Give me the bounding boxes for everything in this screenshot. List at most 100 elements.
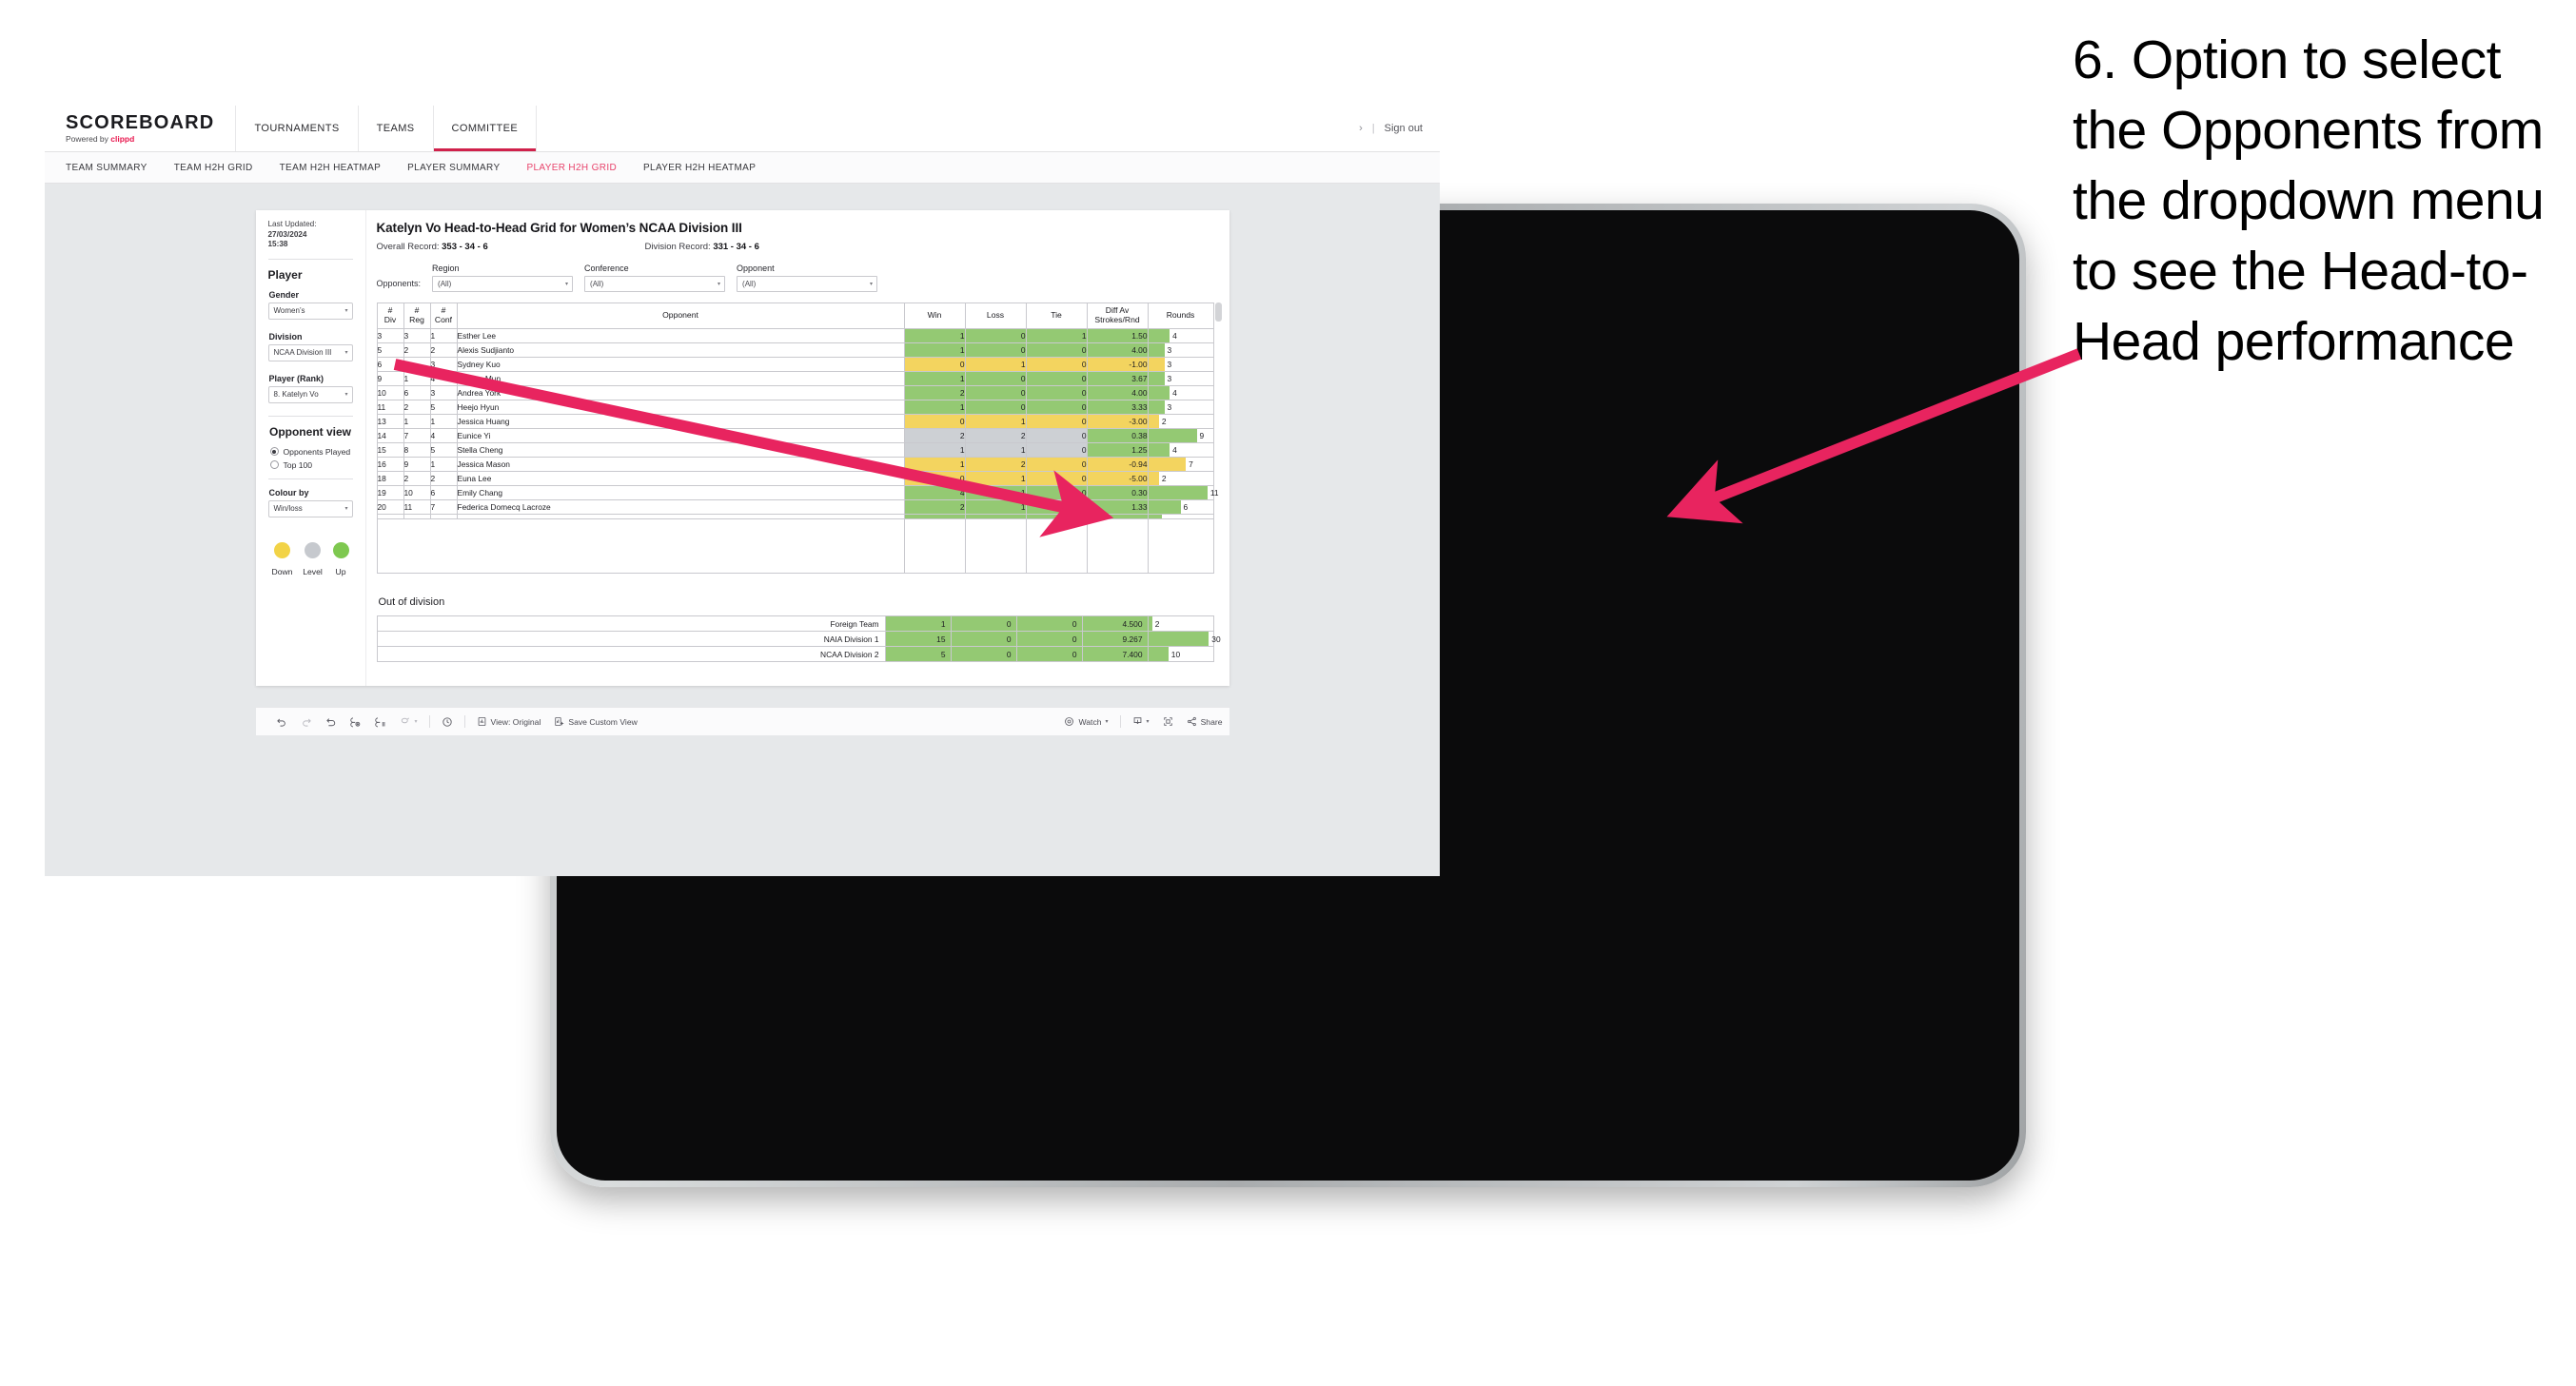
pause-data-updates-button[interactable] <box>368 716 393 728</box>
history-button[interactable] <box>435 716 460 728</box>
nav-item-teams[interactable]: TEAMS <box>359 106 434 151</box>
highlight-button[interactable]: ▾ <box>393 716 424 728</box>
bottom-toolbar: ▾ View: Original Save Custom View Watch … <box>255 707 1229 735</box>
cell-loss: 1 <box>964 485 1027 500</box>
cell-opponent: Alexis Sudjianto <box>456 342 905 358</box>
conference-value: (All) <box>590 280 604 288</box>
nav-item-tournaments[interactable]: TOURNAMENTS <box>236 106 359 151</box>
cell-opponent: Jessica Mason <box>456 457 905 472</box>
chevron-right-icon[interactable]: › <box>1359 123 1363 134</box>
sign-out-link[interactable]: Sign out <box>1385 123 1423 134</box>
undo-button[interactable] <box>269 716 294 728</box>
rounds-bar <box>1148 647 1169 661</box>
cell-tie: 0 <box>1025 342 1088 358</box>
table-row[interactable]: 5 2 2 Alexis Sudjianto 1 0 0 4.00 3 <box>376 342 1214 358</box>
chevron-down-icon: ▾ <box>414 719 418 725</box>
colour-by-select[interactable]: Win/loss ▾ <box>267 499 353 517</box>
cell-conf: 4 <box>429 371 458 386</box>
table-row[interactable]: NAIA Division 1 15 0 0 9.267 30 <box>376 631 1221 647</box>
table-row[interactable]: 19 10 6 Emily Chang 4 1 0 0.30 11 <box>376 485 1219 500</box>
cell-tie: 0 <box>1025 457 1088 472</box>
conference-select[interactable]: (All) ▾ <box>584 276 726 292</box>
cell-conf: 6 <box>429 485 458 500</box>
table-row[interactable]: 15 8 5 Stella Cheng 1 1 0 1.25 4 <box>376 442 1214 458</box>
last-updated: Last Updated: 27/03/2024 15:38 <box>268 220 353 250</box>
tab-team-h2h-grid[interactable]: TEAM H2H GRID <box>174 163 253 173</box>
cell-div: 13 <box>376 414 404 429</box>
fullscreen-button[interactable] <box>1156 716 1180 727</box>
brand-logo[interactable]: SCOREBOARD Powered by clippd <box>45 106 237 151</box>
table-row[interactable]: 20 11 7 Federica Domecq Lacroze 2 1 0 1.33 6 <box>376 499 1214 515</box>
cell-diff: 3.33 <box>1086 400 1149 415</box>
rounds-bar <box>1148 386 1170 400</box>
tab-player-summary[interactable]: PLAYER SUMMARY <box>407 163 500 173</box>
tab-player-h2h-heatmap[interactable]: PLAYER H2H HEATMAP <box>643 163 756 173</box>
table-row[interactable]: 13 1 1 Jessica Huang 0 1 0 -3.00 2 <box>376 414 1214 429</box>
cell-div: 3 <box>376 328 404 343</box>
gender-label: Gender <box>268 289 300 300</box>
revert-button[interactable] <box>319 716 344 728</box>
cell-reg: 2 <box>403 342 431 358</box>
gender-select[interactable]: Women’s ▾ <box>267 302 353 320</box>
table-row[interactable]: 6 1 3 Sydney Kuo 0 1 0 -1.00 3 <box>376 357 1214 372</box>
player-rank-select[interactable]: 8. Katelyn Vo ▾ <box>267 385 353 403</box>
refresh-data-source-button[interactable] <box>344 716 368 728</box>
table-row[interactable]: 9 1 4 Sharon Mun 1 0 0 3.67 3 <box>376 371 1214 386</box>
cell-win: 2 <box>903 385 966 400</box>
tab-team-summary[interactable]: TEAM SUMMARY <box>66 163 147 173</box>
col-header-diff-l1: Diff Av <box>1105 305 1130 316</box>
table-row[interactable]: 3 3 1 Esther Lee 1 0 1 1.50 4 <box>376 328 1214 343</box>
cell-rounds: 3 <box>1147 342 1214 358</box>
cell-div: 16 <box>376 457 404 472</box>
cell-reg: 9 <box>403 457 431 472</box>
col-header-div: # Div <box>376 303 404 329</box>
app-viewport: SCOREBOARD Powered by clippd TOURNAMENTS… <box>45 106 1440 876</box>
table-row[interactable]: NCAA Division 2 5 0 0 7.400 10 <box>376 646 1214 662</box>
table-row[interactable]: 16 9 1 Jessica Mason 1 2 0 -0.94 7 <box>376 457 1214 472</box>
division-record-value: 331 - 34 - 6 <box>713 242 759 252</box>
cell-diff: 7.400 <box>1081 646 1149 662</box>
cell-conf: 7 <box>429 499 458 515</box>
rounds-bar <box>1148 443 1170 457</box>
share-button[interactable]: Share <box>1180 716 1229 727</box>
grid-scrollbar-thumb[interactable] <box>1214 303 1222 322</box>
colour-by-value: Win/loss <box>273 504 303 513</box>
view-original-button[interactable]: View: Original <box>470 716 548 727</box>
cell-rounds: 3 <box>1147 357 1214 372</box>
filter-sidebar: Last Updated: 27/03/2024 15:38 Player Ge… <box>256 210 365 686</box>
grid-scrollbar[interactable] <box>1214 303 1222 574</box>
cell-reg: 6 <box>403 385 431 400</box>
rounds-value: 10 <box>1170 649 1181 659</box>
watch-button[interactable]: Watch ▾ <box>1057 716 1114 727</box>
cell-loss: 2 <box>964 457 1027 472</box>
rounds-bar <box>1148 429 1197 442</box>
table-row[interactable]: Foreign Team 1 0 0 4.500 2 <box>376 615 1214 632</box>
table-row[interactable]: 10 6 3 Andrea York 2 0 0 4.00 4 <box>376 385 1214 400</box>
tab-player-h2h-grid[interactable]: PLAYER H2H GRID <box>526 163 617 173</box>
nav-divider: | <box>1371 123 1375 134</box>
table-row[interactable]: 18 2 2 Euna Lee 0 1 0 -5.00 2 <box>376 471 1214 486</box>
nav-right-group: › | Sign out <box>1359 106 1440 151</box>
table-row[interactable]: 14 7 4 Eunice Yi 2 2 0 0.38 9 <box>376 428 1214 443</box>
tab-team-h2h-heatmap[interactable]: TEAM H2H HEATMAP <box>280 163 382 173</box>
cell-tie: 0 <box>1025 428 1088 443</box>
radio-top-100[interactable]: Top 100 <box>269 460 353 470</box>
radio-opponents-played[interactable]: Opponents Played <box>269 447 353 457</box>
rounds-value: 4 <box>1172 388 1177 398</box>
brand-title: SCOREBOARD <box>66 112 215 134</box>
division-label: Division <box>268 331 303 342</box>
download-button[interactable]: ▾ <box>1126 716 1156 727</box>
region-select[interactable]: (All) ▾ <box>432 276 574 292</box>
division-select[interactable]: NCAA Division III ▾ <box>267 343 353 361</box>
table-row[interactable]: 11 2 5 Heejo Hyun 1 0 0 3.33 3 <box>376 400 1214 415</box>
save-custom-view-button[interactable]: Save Custom View <box>547 716 643 727</box>
opponent-select[interactable]: (All) ▾ <box>737 276 878 292</box>
cell-tie: 0 <box>1025 471 1088 486</box>
rounds-value: 2 <box>1161 474 1167 483</box>
nav-item-committee[interactable]: COMMITTEE <box>433 106 538 151</box>
rounds-value: 7 <box>1189 459 1193 469</box>
cell-tie: 0 <box>1025 371 1088 386</box>
redo-button[interactable] <box>294 716 319 728</box>
sidebar-divider-2 <box>267 415 353 417</box>
overall-record: Overall Record: 353 - 34 - 6 <box>377 242 645 252</box>
